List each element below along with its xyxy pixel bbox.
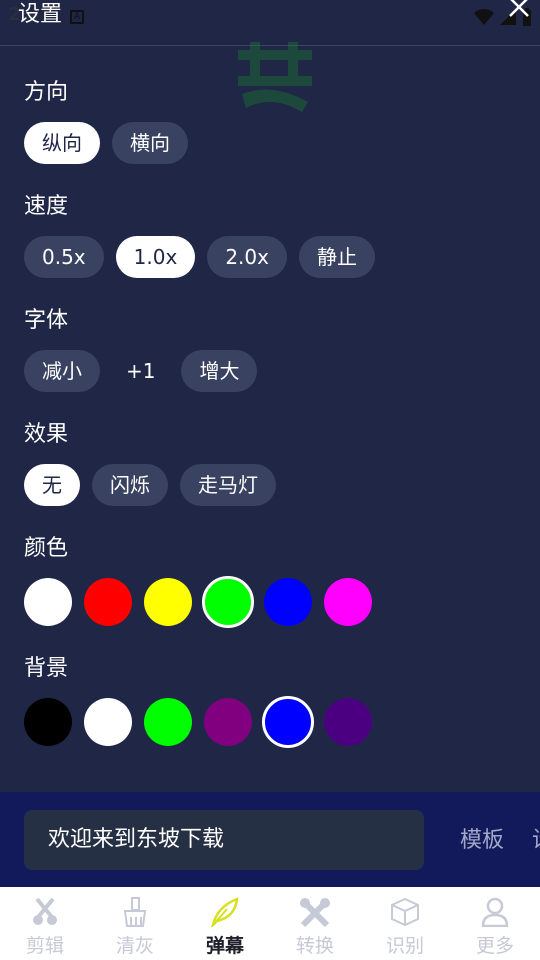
nav-item-barrage[interactable]: 弹幕 [185, 887, 265, 958]
nav-label-barrage: 弹幕 [205, 935, 244, 957]
font-increase-button[interactable]: 增大 [181, 350, 258, 392]
background-swatch-5[interactable] [324, 698, 372, 746]
settings-button[interactable]: 设 [532, 822, 540, 854]
speed-option-0-5x[interactable]: 0.5x [24, 236, 104, 278]
nav-label-clean: 清灰 [115, 935, 154, 957]
nav-item-cut[interactable]: 剪辑 [5, 887, 85, 958]
direction-option-vertical[interactable]: 纵向 [24, 122, 100, 164]
color-swatch-2[interactable] [144, 578, 192, 626]
background-swatch-0[interactable] [24, 698, 72, 746]
template-button[interactable]: 模板 [460, 822, 504, 854]
tools-icon [300, 898, 330, 927]
nav-label-convert: 转换 [295, 935, 334, 957]
speed-option-1-0x[interactable]: 1.0x [115, 236, 196, 278]
background-swatch-2[interactable] [144, 698, 192, 746]
brush-icon [123, 897, 147, 927]
effect-option-none[interactable]: 无 [24, 464, 80, 506]
nav-label-cut: 剪辑 [25, 935, 64, 957]
color-swatch-row [24, 576, 372, 628]
effect-option-marquee[interactable]: 走马灯 [180, 464, 276, 506]
color-swatch-3[interactable] [202, 576, 254, 628]
background-section: 背景 [24, 650, 372, 748]
close-button[interactable] [506, 0, 532, 22]
nav-label-more: 更多 [475, 935, 514, 957]
input-bar: 欢迎来到东坡下载 模板 设 [0, 792, 540, 887]
background-swatch-row [24, 696, 372, 748]
effect-title: 效果 [24, 422, 69, 447]
direction-section: 方向 纵向 横向 [24, 74, 188, 164]
background-swatch-4[interactable] [262, 696, 314, 748]
font-decrease-button[interactable]: 减小 [24, 350, 100, 392]
speed-title: 速度 [24, 194, 69, 219]
direction-title: 方向 [24, 80, 69, 105]
nav-item-more[interactable]: 更多 [455, 887, 535, 958]
feather-icon [211, 897, 239, 927]
speed-section: 速度 0.5x 1.0x 2.0x 静止 [24, 188, 375, 278]
color-section: 颜色 [24, 530, 372, 628]
bottom-nav: 剪辑 清灰 弹幕 转换 识别 更多 [0, 887, 540, 960]
notification-icon: A [70, 10, 84, 24]
background-swatch-3[interactable] [204, 698, 252, 746]
box-icon [391, 897, 419, 927]
person-icon [481, 897, 509, 927]
color-swatch-0[interactable] [24, 578, 72, 626]
nav-item-convert[interactable]: 转换 [275, 887, 355, 958]
background-title: 背景 [24, 656, 69, 681]
effect-section: 效果 无 闪烁 走马灯 [24, 416, 276, 506]
nav-label-recognize: 识别 [385, 935, 424, 957]
background-swatch-1[interactable] [84, 698, 132, 746]
nav-item-clean[interactable]: 清灰 [95, 887, 175, 958]
font-title: 字体 [24, 308, 69, 333]
direction-option-horizontal[interactable]: 横向 [112, 122, 188, 164]
wifi-icon [474, 9, 494, 25]
color-swatch-4[interactable] [264, 578, 312, 626]
color-title: 颜色 [24, 536, 69, 561]
effect-option-blink[interactable]: 闪烁 [92, 464, 168, 506]
speed-option-2-0x[interactable]: 2.0x [207, 236, 287, 278]
scissors-icon [33, 897, 57, 925]
nav-item-recognize[interactable]: 识别 [365, 887, 445, 958]
color-swatch-1[interactable] [84, 578, 132, 626]
speed-option-static[interactable]: 静止 [298, 236, 375, 278]
close-icon [509, 0, 529, 17]
watermark-logo [238, 42, 312, 112]
font-section: 字体 减小 +1 增大 [24, 302, 258, 392]
color-swatch-5[interactable] [324, 578, 372, 626]
font-size-value: +1 [126, 359, 156, 383]
status-bar: 2:41 A 设置 [0, 0, 540, 46]
page-title: 设置 [18, 2, 63, 27]
barrage-text-input[interactable]: 欢迎来到东坡下载 [24, 810, 424, 870]
